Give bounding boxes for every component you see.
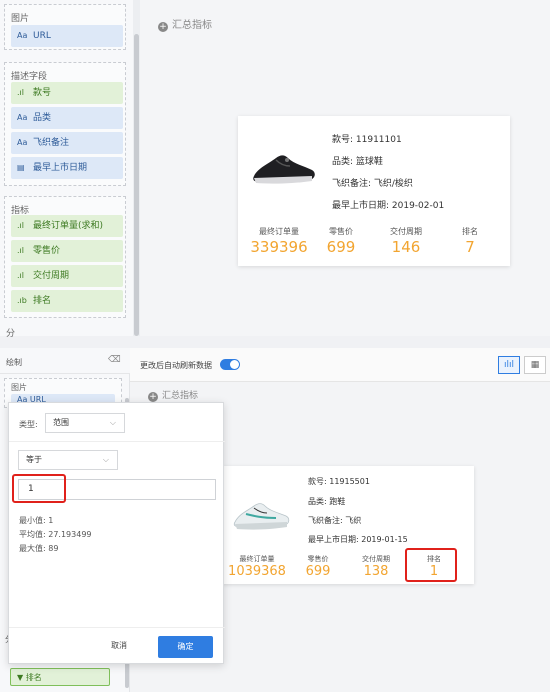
- kpi-label: 交付周期: [362, 555, 390, 563]
- draw-header-label: 绘制: [6, 358, 22, 367]
- divider: [9, 441, 225, 442]
- field-panel: 图片 Aa URL 描述字段 .ıl 款号 Aa 品类 Aa 飞织备注 ▤ 最早上市日期: [0, 0, 140, 339]
- kpi-label: 交付周期: [390, 227, 422, 236]
- kpi-value: 138: [363, 564, 389, 579]
- field-panel-scrollbar[interactable]: [134, 34, 139, 336]
- field-lead-time[interactable]: .ıl 交付周期: [11, 265, 123, 287]
- type-label: 类型:: [19, 420, 38, 429]
- card-style-no: 款号: 11915501: [308, 477, 370, 486]
- field-label: 最终订单量(求和): [33, 221, 104, 231]
- bottom-field-rank[interactable]: ▼ 排名: [10, 668, 110, 686]
- card-launch-date: 最早上市日期: 2019-01-15: [308, 535, 408, 544]
- operator-select-value: 等于: [26, 455, 42, 464]
- measure-icon: .ıl: [17, 221, 24, 230]
- bottom-image-group-title: 图片: [11, 383, 27, 392]
- chevron-down-icon: ⌵: [109, 418, 116, 427]
- shoe-image: [253, 155, 315, 184]
- measure-icon: .ıl: [17, 246, 24, 255]
- description-group-title: 描述字段: [11, 72, 48, 82]
- shoe-image: [233, 503, 290, 530]
- field-label: 品类: [33, 113, 52, 123]
- add-summary-icon: +: [158, 22, 168, 32]
- kpi-label: 零售价: [307, 555, 329, 563]
- rank-highlight: [405, 548, 457, 582]
- add-summary-icon: +: [148, 392, 158, 402]
- bottom-summary-title[interactable]: + 汇总指标: [148, 388, 198, 402]
- summary-title-text: 汇总指标: [162, 391, 199, 401]
- draw-header: 绘制 ⌫: [0, 348, 130, 374]
- avg-value: 平均值: 27.193499: [19, 530, 92, 539]
- field-style-no[interactable]: .ıl 款号: [11, 82, 123, 104]
- type-select-value: 范围: [53, 418, 69, 427]
- field-label: 最早上市日期: [33, 163, 88, 173]
- eraser-icon[interactable]: ⌫: [108, 355, 121, 365]
- text-field-icon: Aa: [17, 113, 28, 122]
- field-launch-date[interactable]: ▤ 最早上市日期: [11, 157, 123, 179]
- card-knit-note: 飞织备注: 飞织/梭织: [332, 179, 413, 189]
- field-label: URL: [33, 31, 51, 41]
- auto-refresh-toggle[interactable]: [220, 359, 240, 370]
- kpi-value: 1039368: [228, 564, 286, 579]
- text-field-icon: Aa: [17, 138, 28, 147]
- card-category: 品类: 跑鞋: [308, 497, 346, 506]
- kpi-label: 最终订单量: [259, 227, 299, 236]
- page: 图片 Aa URL 描述字段 .ıl 款号 Aa 品类 Aa 飞织备注 ▤ 最早上市日期: [0, 0, 550, 692]
- field-knit-note[interactable]: Aa 飞织备注: [11, 132, 123, 154]
- field-label: 零售价: [33, 246, 61, 256]
- kpi-label: 排名: [462, 227, 478, 236]
- field-category[interactable]: Aa 品类: [11, 107, 123, 129]
- date-field-icon: ▤: [17, 163, 25, 172]
- text-field-icon: Aa: [17, 31, 28, 40]
- top-canvas: + 汇总指标 款号: 11911101 品类: 篮球鞋 飞织备注: 飞织/梭织 最…: [148, 0, 550, 336]
- card-category: 品类: 篮球鞋: [332, 157, 383, 167]
- input-highlight: [12, 474, 66, 503]
- kpi-value: 7: [465, 238, 475, 256]
- image-group-title: 图片: [11, 14, 30, 24]
- rank-measure-icon: .ıb: [17, 296, 27, 305]
- measure-icon: .ıl: [17, 88, 24, 97]
- summary-title-text: 汇总指标: [172, 20, 212, 31]
- card-knit-note: 飞织备注: 飞织: [308, 516, 362, 525]
- field-final-orders[interactable]: .ıl 最终订单量(求和): [11, 215, 123, 237]
- kpi-value: 699: [326, 238, 356, 256]
- toolbar: 更改后自动刷新数据 ılıl ▦: [130, 348, 550, 382]
- type-select[interactable]: 范围 ⌵: [45, 413, 125, 433]
- metrics-group: 指标 .ıl 最终订单量(求和) .ıl 零售价 .ıl 交付周期 .ıb 排名: [4, 196, 126, 318]
- field-label: 交付周期: [33, 271, 70, 281]
- kpi-value: 146: [391, 238, 421, 256]
- cancel-button[interactable]: 取消: [111, 640, 127, 651]
- ok-button[interactable]: 确定: [158, 636, 213, 658]
- kpi-label: 最终订单量: [239, 555, 275, 563]
- field-label: 飞织备注: [33, 138, 70, 148]
- kpi-label: 零售价: [329, 227, 353, 236]
- min-value: 最小值: 1: [19, 516, 54, 525]
- operator-select[interactable]: 等于 ⌵: [18, 450, 118, 470]
- product-card[interactable]: 款号: 11911101 品类: 篮球鞋 飞织备注: 飞织/梭织 最早上市日期:…: [238, 116, 510, 266]
- top-panel: 图片 Aa URL 描述字段 .ıl 款号 Aa 品类 Aa 飞织备注 ▤ 最早上市日期: [0, 0, 550, 339]
- card-launch-date: 最早上市日期: 2019-02-01: [332, 201, 445, 211]
- description-group: 描述字段 .ıl 款号 Aa 品类 Aa 飞织备注 ▤ 最早上市日期: [4, 62, 126, 186]
- chart-view-icon[interactable]: ılıl: [498, 356, 520, 374]
- field-retail-price[interactable]: .ıl 零售价: [11, 240, 123, 262]
- kpi-value: 339396: [250, 238, 308, 256]
- measure-icon: .ıl: [17, 271, 24, 280]
- field-label: 款号: [33, 88, 52, 98]
- filter-popup: 类型: 范围 ⌵ 等于 ⌵ 1 最小值: 1 平均值: 27.193499 最大…: [8, 402, 225, 665]
- field-label: 排名: [33, 296, 52, 306]
- summary-title[interactable]: + 汇总指标: [158, 16, 212, 32]
- field-rank[interactable]: .ıb 排名: [11, 290, 123, 312]
- max-value: 最大值: 89: [19, 544, 59, 553]
- chevron-down-icon: ⌵: [102, 455, 109, 464]
- partial-group-title: 分: [6, 329, 16, 339]
- field-url[interactable]: Aa URL: [11, 25, 123, 47]
- kpi-value: 699: [305, 564, 331, 579]
- image-group: 图片 Aa URL: [4, 4, 126, 50]
- auto-refresh-label: 更改后自动刷新数据: [140, 361, 212, 370]
- card-style-no: 款号: 11911101: [332, 135, 402, 145]
- table-view-icon[interactable]: ▦: [524, 356, 546, 374]
- popup-footer: 取消 确定: [9, 627, 225, 665]
